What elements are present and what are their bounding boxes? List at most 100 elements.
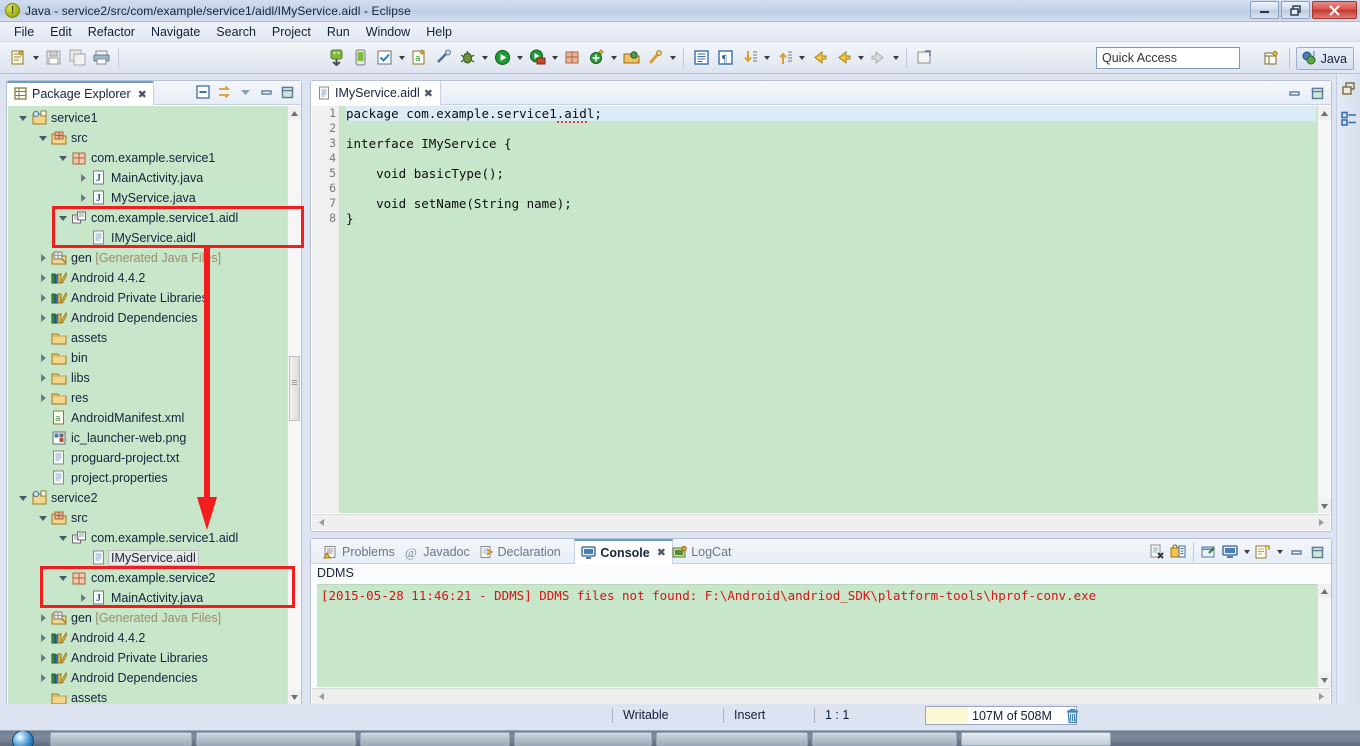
previous-annotation-caret[interactable] [796,56,807,60]
tab-logcat[interactable]: LogCat [666,540,737,564]
taskbar-item-7[interactable] [961,731,1111,746]
expand-twisty-icon[interactable] [36,248,50,268]
collapse-twisty-icon[interactable] [56,148,70,168]
package-explorer-fastview-icon[interactable] [1340,110,1358,128]
expand-twisty-icon[interactable] [36,628,50,648]
tab-javadoc[interactable]: @ Javadoc [398,540,476,564]
editor-vertical-scrollbar[interactable] [1317,106,1331,513]
tab-imyservice-aidl[interactable]: IMyService.aidl ✖ [311,81,441,105]
restore-button[interactable] [1281,1,1310,19]
tree-item-bin[interactable]: bin [8,348,287,368]
debug-icon[interactable] [456,47,478,69]
expand-twisty-icon[interactable] [76,188,90,208]
taskbar-item-1[interactable] [50,731,192,746]
toggle-block-selection-icon[interactable] [690,47,712,69]
back-icon[interactable] [808,47,830,69]
tree-item-com-example-service1-aidl[interactable]: com.example.service1.aidl [8,528,287,548]
lint-dropdown-caret[interactable] [396,56,407,60]
forward-icon[interactable] [832,47,854,69]
next-annotation-caret[interactable] [761,56,772,60]
taskbar-item-3[interactable] [360,731,510,746]
collapse-twisty-icon[interactable] [56,208,70,228]
scroll-lock-icon[interactable] [1168,543,1188,562]
android-sdk-manager-icon[interactable] [325,47,347,69]
tree-item-android-dependencies[interactable]: Android Dependencies [8,668,287,688]
collapse-twisty-icon[interactable] [56,568,70,588]
tab-console[interactable]: Console ✖ [574,539,673,564]
tab-declaration[interactable]: Declaration [473,540,567,564]
collapse-twisty-icon[interactable] [56,528,70,548]
tree-item-imyservice-aidl[interactable]: IMyService.aidl [8,548,287,568]
package-explorer-tree[interactable]: service1 src com.example.service1 J MainActi… [8,106,300,704]
tree-item-mainactivity-java[interactable]: J MainActivity.java [8,168,287,188]
pin-console-icon[interactable] [1199,543,1219,562]
tree-item-ic-launcher-web-png[interactable]: ic_launcher-web.png [8,428,287,448]
code-line[interactable]: interface IMyService { [346,136,1316,151]
taskbar-item-6[interactable] [812,731,957,746]
external-tools-icon[interactable] [526,47,548,69]
perspective-java-button[interactable]: J Java [1295,47,1354,70]
scroll-down-arrow[interactable] [1318,673,1331,687]
display-console-caret[interactable] [1241,550,1252,554]
scroll-down-arrow[interactable] [1318,499,1331,513]
collapse-twisty-icon[interactable] [36,508,50,528]
code-line[interactable]: void basicType(); [346,166,1316,181]
collapse-all-icon[interactable] [194,83,213,102]
menu-help[interactable]: Help [418,23,460,41]
scroll-right-arrow[interactable] [1314,515,1328,530]
tree-item-mainactivity-java[interactable]: J MainActivity.java [8,588,287,608]
expand-twisty-icon[interactable] [36,648,50,668]
maximize-view-icon[interactable] [1308,84,1327,103]
link-with-editor-icon[interactable] [215,83,234,102]
taskbar-item-4[interactable] [514,731,652,746]
print-icon[interactable] [90,47,112,69]
console-horizontal-scrollbar[interactable] [312,688,1330,704]
code-editor[interactable]: 12345678 package com.example.service1.ai… [312,106,1330,513]
restore-perspective-icon[interactable] [1340,80,1358,98]
forward-caret[interactable] [855,56,866,60]
tree-item-service1[interactable]: service1 [8,108,287,128]
expand-twisty-icon[interactable] [36,668,50,688]
tree-item-com-example-service2[interactable]: com.example.service2 [8,568,287,588]
tree-item-android-4-4-2[interactable]: Android 4.4.2 [8,628,287,648]
disable-breakpoints-icon[interactable] [432,47,454,69]
tab-package-explorer[interactable]: Package Explorer ✖ [7,81,154,105]
open-type-icon[interactable] [620,47,642,69]
expand-twisty-icon[interactable] [36,368,50,388]
android-avd-manager-icon[interactable] [349,47,371,69]
package-explorer-scrollbar[interactable] [287,106,301,704]
tree-item-res[interactable]: res [8,388,287,408]
tree-item-android-dependencies[interactable]: Android Dependencies [8,308,287,328]
menu-file[interactable]: File [6,23,42,41]
run-icon[interactable] [491,47,513,69]
tree-item-android-private-libraries[interactable]: Android Private Libraries [8,288,287,308]
expand-twisty-icon[interactable] [36,308,50,328]
tree-item-myservice-java[interactable]: J MyService.java [8,188,287,208]
menu-search[interactable]: Search [208,23,264,41]
scroll-left-arrow[interactable] [314,515,328,530]
new-class-dropdown-caret[interactable] [608,56,619,60]
code-line[interactable] [346,181,1316,196]
collapse-twisty-icon[interactable] [16,488,30,508]
collapse-twisty-icon[interactable] [16,108,30,128]
code-line[interactable]: package com.example.service1.aidl; [346,106,1316,123]
scroll-right-arrow[interactable] [1314,689,1328,704]
show-whitespace-icon[interactable]: ¶ [714,47,736,69]
next-annotation-icon[interactable] [738,47,760,69]
maximize-view-icon[interactable] [278,83,297,102]
menu-window[interactable]: Window [358,23,418,41]
menu-project[interactable]: Project [264,23,319,41]
expand-twisty-icon[interactable] [36,608,50,628]
next-edit-caret[interactable] [890,56,901,60]
menu-refactor[interactable]: Refactor [80,23,143,41]
menu-run[interactable]: Run [319,23,358,41]
tree-item-src[interactable]: src [8,508,287,528]
editor-horizontal-scrollbar[interactable] [312,514,1330,530]
expand-twisty-icon[interactable] [76,588,90,608]
console-output[interactable]: [2015-05-28 11:46:21 - DDMS] DDMS files … [317,584,1330,687]
debug-dropdown-caret[interactable] [479,56,490,60]
scroll-left-arrow[interactable] [314,689,328,704]
open-task-icon[interactable] [913,47,935,69]
tree-item-src[interactable]: src [8,128,287,148]
view-menu-icon[interactable] [236,83,255,102]
